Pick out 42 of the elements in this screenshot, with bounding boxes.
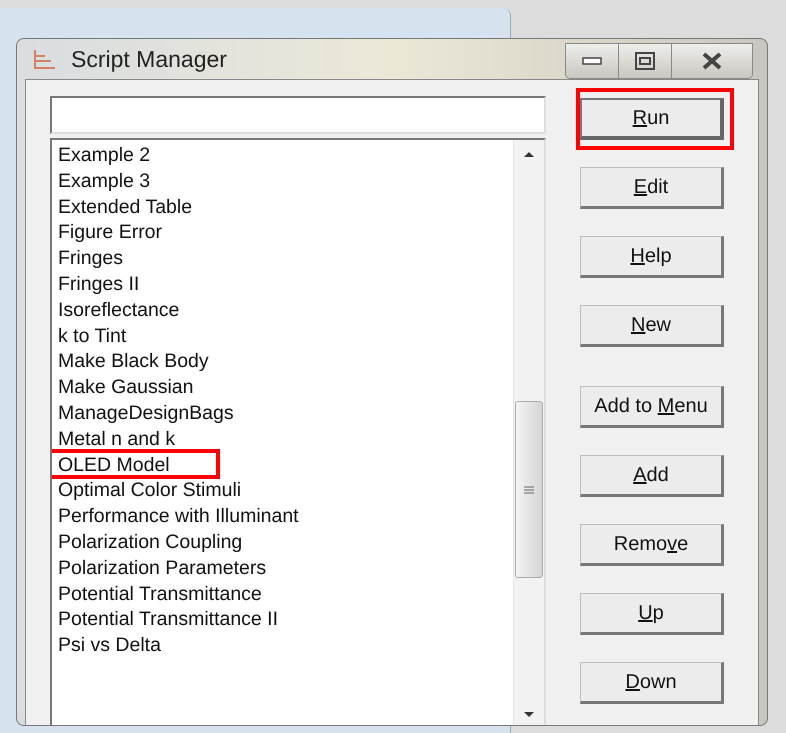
script-list-item[interactable]: Potential Transmittance II — [58, 607, 513, 634]
window-title: Script Manager — [71, 46, 228, 72]
script-list-item[interactable]: Fringes — [58, 246, 513, 272]
close-icon — [701, 52, 723, 70]
dialog-button[interactable]: Up — [580, 593, 724, 635]
script-list-item[interactable]: Make Gaussian — [58, 375, 513, 401]
maximize-icon — [635, 52, 655, 70]
script-list-item[interactable]: k to Tint — [58, 324, 513, 350]
script-list-item[interactable]: Fringes II — [58, 272, 513, 298]
dialog-button[interactable]: Edit — [580, 167, 724, 209]
minimize-button[interactable] — [566, 44, 619, 78]
maximize-button[interactable] — [619, 44, 672, 78]
dialog-button[interactable]: Help — [580, 236, 724, 278]
script-list-item[interactable]: Example 2 — [58, 143, 513, 169]
scrollbar[interactable] — [513, 140, 544, 725]
script-list-item[interactable]: Performance with Illuminant — [58, 504, 513, 530]
script-list-item[interactable]: Polarization Parameters — [58, 556, 513, 582]
close-button[interactable] — [672, 44, 752, 78]
dialog-button[interactable]: Remove — [580, 524, 724, 566]
minimize-icon — [582, 57, 602, 65]
grip-icon — [524, 486, 534, 494]
script-list-item[interactable]: Metal n and k — [58, 426, 513, 453]
scroll-up-icon[interactable] — [523, 150, 535, 158]
dialog-button[interactable]: New — [580, 305, 724, 347]
script-list-item[interactable]: Extended Table — [58, 194, 513, 220]
dialog-button[interactable]: Add — [580, 455, 724, 497]
script-list-item[interactable]: Polarization Coupling — [58, 530, 513, 556]
script-name-field[interactable] — [50, 96, 546, 134]
scroll-thumb[interactable] — [515, 401, 543, 578]
script-list-item[interactable]: Figure Error — [58, 220, 513, 246]
scroll-down-icon[interactable] — [523, 711, 535, 719]
dialog-button[interactable]: Run — [580, 98, 724, 140]
dialog-button[interactable]: Add to Menu — [580, 386, 724, 428]
script-list-item[interactable]: Example 3 — [58, 168, 513, 195]
script-list-item[interactable]: Make Black Body — [58, 349, 513, 376]
dialog-button[interactable]: Down — [580, 662, 724, 704]
script-list-item[interactable]: ManageDesignBags — [58, 400, 513, 427]
script-list-item[interactable]: Isoreflectance — [58, 298, 513, 324]
script-list-item[interactable]: Psi vs Delta — [58, 633, 513, 659]
chart-axes-icon — [31, 48, 57, 70]
script-list-item[interactable]: Optimal Color Stimuli — [58, 478, 513, 504]
script-list-item[interactable]: Potential Transmittance — [58, 582, 513, 608]
